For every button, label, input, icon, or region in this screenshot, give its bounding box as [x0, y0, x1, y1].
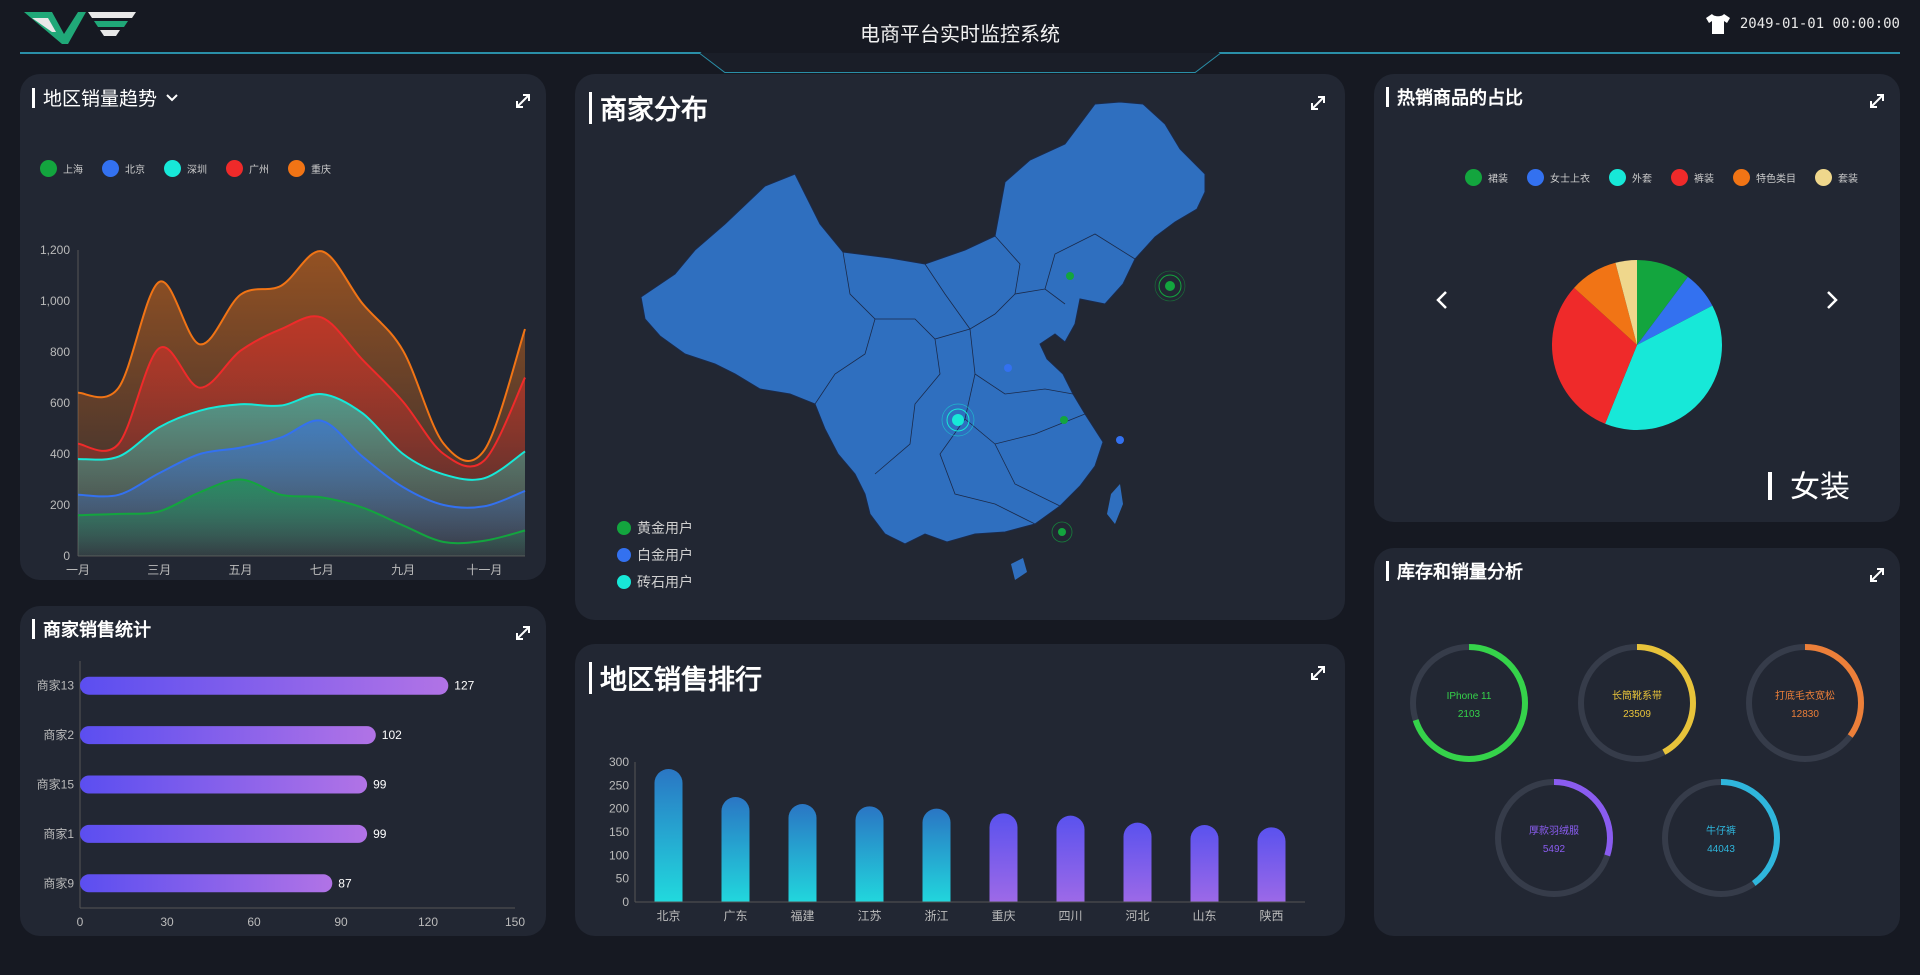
x-tick-label: 30: [160, 915, 174, 929]
bar: [855, 806, 884, 916]
x-tick-label: 江苏: [857, 909, 881, 923]
y-tick-label: 150: [609, 825, 629, 839]
x-tick-label: 浙江: [924, 909, 948, 923]
x-tick-label: 福建: [790, 908, 814, 923]
map-legend-item[interactable]: 黄金用户: [617, 514, 693, 541]
x-tick-label: 五月: [229, 563, 253, 577]
ring-value: 44043: [1707, 844, 1735, 855]
y-tick-label: 200: [609, 802, 629, 816]
datetime: 2049-01-01 00:00:00: [1739, 16, 1900, 32]
bar: [80, 726, 376, 745]
y-tick-label: 200: [50, 498, 70, 512]
y-tick-label: 0: [63, 549, 70, 563]
bar: [721, 797, 750, 916]
y-tick-label: 400: [50, 447, 70, 461]
current-category: 女装: [1768, 462, 1850, 506]
y-tick-label: 0: [622, 895, 629, 909]
data-label: 102: [382, 728, 402, 742]
x-tick-label: 0: [77, 915, 84, 929]
data-label: 99: [373, 778, 387, 792]
ring-name: 厚款羽绒服: [1529, 824, 1579, 837]
stock-panel: 库存和销量分析 IPhone 11 2103 长筒靴系带 23509 打底毛衣宽松 128…: [1374, 548, 1900, 936]
seller-panel: 商家销售统计 0 30 60 90 120 150 商家13 127 商家2 102 商家15 99 商…: [20, 606, 546, 936]
map-legend-item[interactable]: 白金用户: [617, 541, 693, 568]
x-tick-label: 山东: [1192, 909, 1216, 923]
ring-name: 打底毛衣宽松: [1775, 689, 1835, 702]
y-tick-label: 100: [609, 848, 629, 862]
x-tick-label: 120: [418, 915, 438, 929]
bar: [654, 769, 683, 916]
bar: [80, 775, 368, 794]
y-tick-label: 250: [609, 778, 629, 792]
rank-panel: 地区销售排行 0 50 100 150 200 250 300 北京 广东 福建 江苏 浙江 重庆 四川河…: [575, 644, 1345, 936]
ring-value: 12830: [1791, 709, 1819, 720]
y-tick-label: 50: [616, 872, 630, 886]
data-label: 127: [454, 679, 474, 693]
y-tick-label: 300: [609, 755, 629, 769]
x-tick-label: 九月: [391, 563, 415, 577]
x-tick-label: 90: [334, 915, 348, 929]
bar: [1056, 815, 1085, 916]
shirt-icon[interactable]: [1704, 12, 1732, 36]
y-tick-label: 商家1: [43, 826, 74, 841]
x-tick-label: 三月: [147, 563, 171, 577]
y-tick-label: 商家9: [43, 875, 74, 890]
x-tick-label: 十一月: [466, 563, 502, 577]
map-land: [640, 101, 1206, 545]
trend-chart: 0 200 400 600 800 1,000 1,200 一月 三月 五月 七月 九月 十一月: [40, 243, 526, 577]
x-tick-label: 七月: [310, 563, 334, 577]
map-hainan: [1011, 558, 1027, 580]
ring-name: 长筒靴系带: [1612, 689, 1662, 702]
hot-pie-chart: [1552, 260, 1722, 431]
x-tick-label: 重庆: [991, 909, 1015, 923]
ring-name: IPhone 11: [1447, 691, 1492, 702]
ring-value: 5492: [1543, 844, 1566, 855]
y-tick-label: 600: [50, 396, 70, 410]
bar: [80, 676, 449, 695]
data-label: 99: [373, 827, 387, 841]
bar: [80, 824, 368, 843]
y-tick-label: 1,000: [40, 294, 70, 308]
bar: [989, 813, 1018, 916]
stock-rings: IPhone 11 2103 长筒靴系带 23509 打底毛衣宽松 12830 厚款羽绒服 5…: [1410, 644, 1864, 897]
seller-chart: 0 30 60 90 120 150 商家13 127 商家2 102 商家15 99 商家1 99 商家9…: [37, 661, 525, 929]
map-taiwan: [1107, 484, 1123, 524]
ring-value: 2103: [1458, 709, 1481, 720]
y-tick-label: 商家15: [37, 777, 75, 792]
x-tick-label: 广东: [723, 909, 747, 923]
bar: [80, 874, 333, 893]
x-tick-label: 60: [247, 915, 261, 929]
page-title: 电商平台实时监控系统: [860, 22, 1060, 46]
map-legend: 黄金用户 白金用户 砖石用户: [617, 514, 693, 595]
x-tick-label: 四川: [1058, 909, 1082, 923]
header: 电商平台实时监控系统 2049-01-01 00:00:00: [0, 0, 1920, 75]
trend-panel: 地区销量趋势 上海 北京 深圳 广州 重庆 0 200 400 600 800 1,000 1,20…: [20, 74, 546, 580]
bar: [922, 808, 951, 916]
map-panel: 商家分布 黄金用户 白金用户 砖石用户: [575, 74, 1345, 620]
ring-value: 23509: [1623, 709, 1651, 720]
rank-chart: 0 50 100 150 200 250 300 北京 广东 福建 江苏 浙江 重庆 四川 河北 山东 陕西: [609, 755, 1305, 923]
y-tick-label: 800: [50, 345, 70, 359]
x-tick-label: 陕西: [1259, 908, 1283, 923]
bar: [788, 804, 817, 916]
hot-panel: 热销商品的占比 裙装 女士上衣 外套 裤装 特色类目 套装 女装: [1374, 74, 1900, 522]
data-label: 87: [338, 876, 352, 890]
x-tick-label: 河北: [1125, 909, 1149, 923]
y-tick-label: 1,200: [40, 243, 70, 257]
x-tick-label: 北京: [656, 909, 680, 923]
map-legend-item[interactable]: 砖石用户: [617, 568, 693, 595]
x-tick-label: 150: [505, 915, 525, 929]
x-tick-label: 一月: [66, 563, 90, 577]
ring-name: 牛仔裤: [1706, 824, 1736, 837]
y-tick-label: 商家13: [37, 678, 75, 693]
y-tick-label: 商家2: [43, 727, 74, 742]
